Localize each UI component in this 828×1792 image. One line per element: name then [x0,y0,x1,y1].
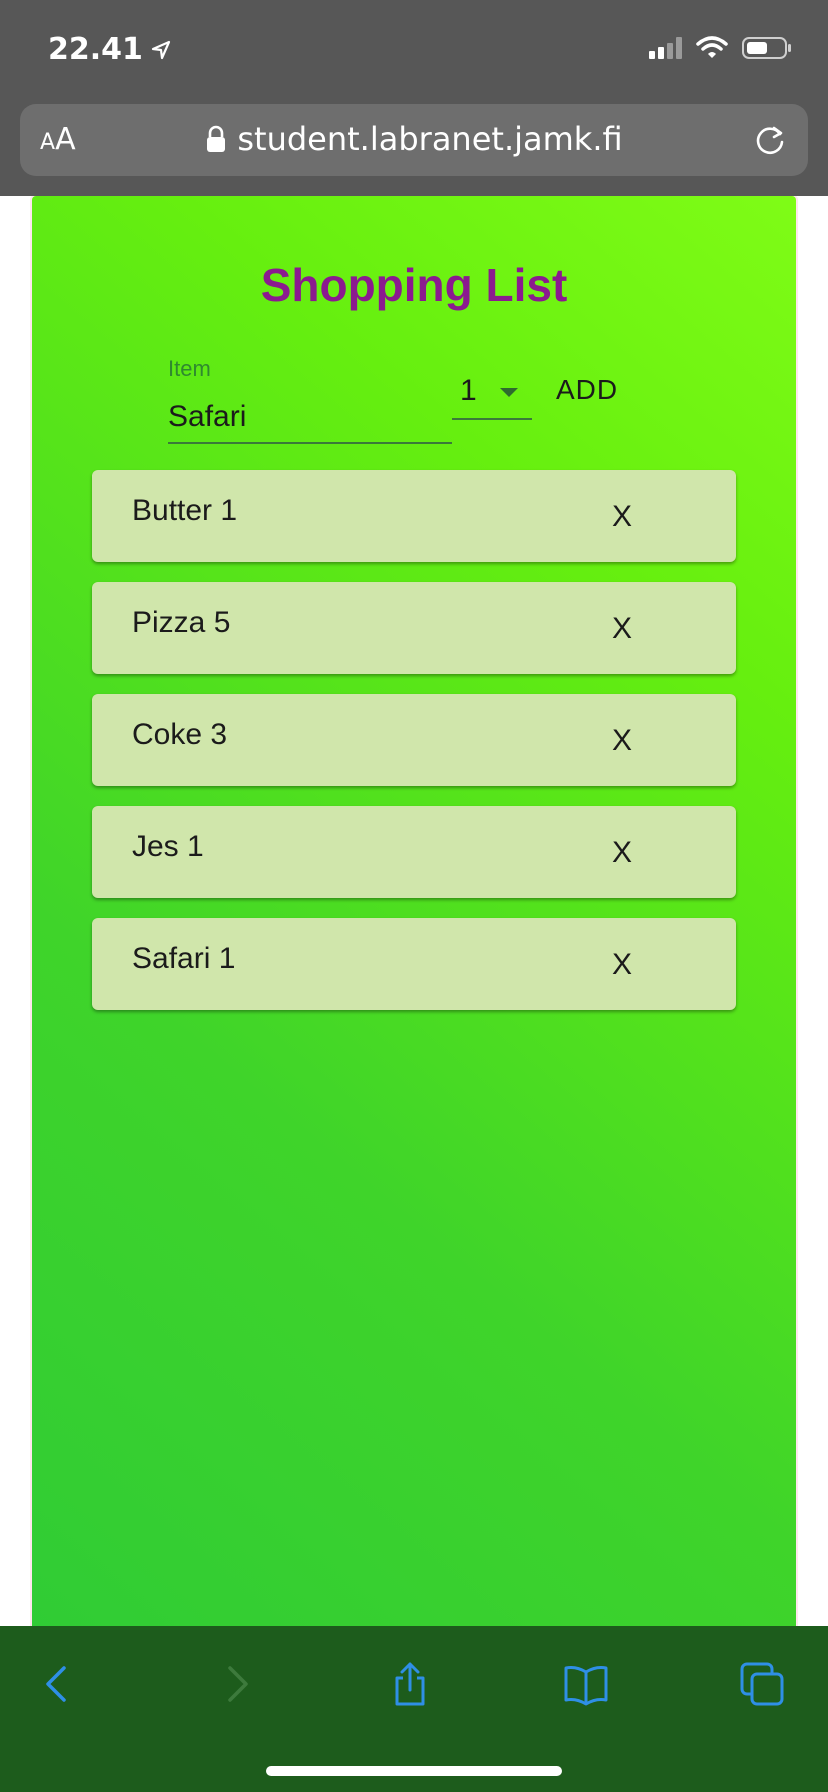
item-field-label: Item [168,356,211,381]
lock-icon [207,125,226,152]
cellular-signal-icon [649,37,682,59]
list-item-label: Pizza 5 [132,606,231,639]
list-item: Butter 1 X [92,470,736,562]
delete-item-button[interactable]: X [612,724,632,758]
location-arrow-icon [151,40,171,59]
browser-top-chrome: 22.41 AA student.labranet.jamk.fi [0,0,828,196]
wifi-icon [696,36,728,58]
shopping-list-card: Shopping List Item 1 ADD Butter 1 X Pizz… [32,196,796,1626]
list-item: Coke 3 X [92,694,736,786]
quantity-value: 1 [460,374,477,407]
tabs-button[interactable] [732,1654,792,1714]
back-icon [46,1666,66,1702]
status-time: 22.41 [48,32,173,67]
tabs-icon [740,1662,784,1706]
bookmarks-button[interactable] [556,1654,616,1714]
list-item-label: Coke 3 [132,718,228,751]
delete-item-button[interactable]: X [612,836,632,870]
list-item-label: Butter 1 [132,494,238,527]
reload-icon[interactable] [750,120,790,160]
battery-icon [742,37,791,59]
url-display[interactable]: student.labranet.jamk.fi [20,120,808,158]
address-bar[interactable]: AA student.labranet.jamk.fi [20,104,808,176]
url-text: student.labranet.jamk.fi [237,120,623,158]
item-input[interactable] [168,392,452,444]
list-item-label: Jes 1 [132,830,204,863]
delete-item-button[interactable]: X [612,612,632,646]
share-icon [395,1662,425,1706]
page-title: Shopping List [260,259,568,311]
status-icons [649,36,792,60]
bookmarks-icon [564,1666,608,1706]
share-button[interactable] [380,1654,440,1714]
status-time-text: 22.41 [48,32,143,67]
quantity-select[interactable]: 1 [452,366,532,420]
list-item-label: Safari 1 [132,942,236,975]
caret-down-icon [500,388,518,397]
browser-toolbar [0,1626,828,1792]
back-button[interactable] [28,1654,88,1714]
shopping-list: Butter 1 X Pizza 5 X Coke 3 X Jes 1 X Sa… [92,470,736,1030]
web-page: Shopping List Item 1 ADD Butter 1 X Pizz… [0,196,828,1626]
list-item: Pizza 5 X [92,582,736,674]
list-item: Safari 1 X [92,918,736,1010]
list-item: Jes 1 X [92,806,736,898]
add-button[interactable]: ADD [556,374,618,406]
delete-item-button[interactable]: X [612,500,632,534]
home-indicator [266,1766,562,1776]
forward-icon [228,1666,248,1702]
delete-item-button[interactable]: X [612,948,632,982]
forward-button[interactable] [206,1654,266,1714]
